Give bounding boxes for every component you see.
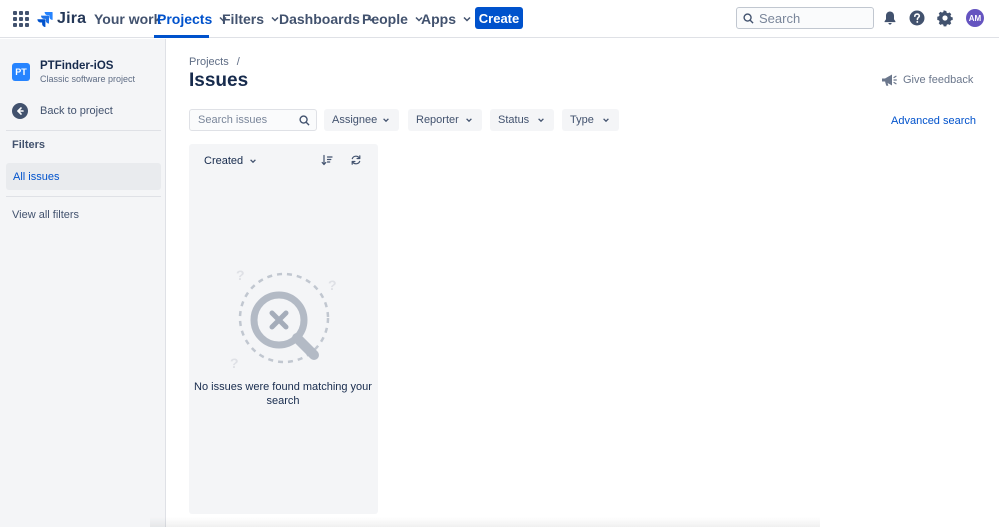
status-filter[interactable]: Status bbox=[490, 109, 554, 131]
nav-your-work[interactable]: Your work bbox=[94, 0, 161, 38]
nav-label: Dashboards bbox=[279, 11, 360, 27]
sort-label: Created bbox=[204, 155, 244, 167]
search-icon bbox=[743, 12, 754, 24]
back-arrow-icon bbox=[12, 103, 28, 119]
nav-filters[interactable]: Filters bbox=[222, 0, 280, 38]
filter-label: Reporter bbox=[416, 114, 459, 126]
page-title: Issues bbox=[189, 70, 249, 91]
assignee-filter[interactable]: Assignee bbox=[324, 109, 399, 131]
breadcrumb-separator: / bbox=[236, 56, 240, 68]
give-feedback-label: Give feedback bbox=[903, 74, 974, 86]
filters-heading: Filters bbox=[12, 139, 46, 151]
nav-projects[interactable]: Projects bbox=[157, 0, 228, 38]
search-icon bbox=[299, 115, 310, 126]
issue-search[interactable] bbox=[189, 109, 317, 131]
filter-label: Type bbox=[570, 114, 594, 126]
no-results-illustration: ? ? ? bbox=[230, 268, 337, 371]
sort-order-icon[interactable] bbox=[321, 154, 333, 166]
global-search[interactable] bbox=[736, 7, 874, 29]
svg-text:?: ? bbox=[328, 277, 337, 293]
nav-label: Apps bbox=[421, 11, 456, 27]
chevron-down-icon bbox=[603, 118, 609, 123]
help-icon[interactable] bbox=[908, 9, 926, 27]
project-avatar[interactable]: PT bbox=[12, 63, 30, 81]
give-feedback-button[interactable]: Give feedback bbox=[881, 73, 973, 87]
user-avatar[interactable]: AM bbox=[966, 9, 984, 27]
top-navigation: Jira Your work Projects Filters Dashboar… bbox=[0, 0, 999, 38]
nav-label: Projects bbox=[157, 11, 213, 27]
empty-state-message: No issues were found matching your searc… bbox=[194, 381, 372, 407]
chevron-down-icon bbox=[383, 118, 389, 123]
bottom-shadow bbox=[150, 517, 820, 527]
active-nav-indicator bbox=[154, 35, 209, 38]
settings-icon[interactable] bbox=[936, 9, 954, 27]
sidebar-item-all-issues[interactable]: All issues bbox=[6, 163, 161, 190]
global-search-input[interactable] bbox=[759, 10, 869, 26]
nav-label: Your work bbox=[94, 11, 162, 27]
issue-search-input[interactable] bbox=[198, 114, 296, 126]
logo-text: Jira bbox=[57, 10, 87, 27]
chevron-down-icon bbox=[250, 159, 256, 164]
filter-label: Status bbox=[498, 114, 530, 126]
nav-label: People bbox=[362, 11, 408, 27]
nav-people[interactable]: People bbox=[362, 0, 424, 38]
create-button[interactable]: Create bbox=[475, 7, 523, 29]
type-filter[interactable]: Type bbox=[562, 109, 619, 131]
refresh-icon[interactable] bbox=[350, 154, 362, 166]
sidebar-divider bbox=[6, 130, 161, 131]
svg-text:?: ? bbox=[236, 268, 245, 283]
jira-logo[interactable]: Jira bbox=[37, 9, 86, 29]
filter-label: Assignee bbox=[332, 114, 378, 126]
project-type: Classic software project bbox=[40, 74, 136, 84]
svg-text:?: ? bbox=[230, 355, 239, 371]
breadcrumb-projects[interactable]: Projects bbox=[189, 56, 229, 68]
app-switcher-icon[interactable] bbox=[13, 11, 29, 27]
chevron-down-icon bbox=[538, 118, 544, 123]
sidebar-divider bbox=[6, 196, 161, 197]
nav-label: Filters bbox=[222, 11, 265, 27]
back-to-project-label: Back to project bbox=[40, 105, 113, 117]
chevron-down-icon bbox=[466, 118, 472, 123]
jira-logo-icon bbox=[37, 12, 53, 27]
project-name: PTFinder-iOS bbox=[40, 60, 114, 72]
reporter-filter[interactable]: Reporter bbox=[408, 109, 482, 131]
breadcrumb: Projects / bbox=[189, 56, 240, 68]
advanced-search-link[interactable]: Advanced search bbox=[891, 115, 976, 127]
nav-apps[interactable]: Apps bbox=[421, 0, 472, 38]
view-all-filters-link[interactable]: View all filters bbox=[12, 209, 79, 221]
notification-bell-icon[interactable] bbox=[881, 9, 899, 27]
sort-by-select[interactable]: Created bbox=[199, 149, 265, 173]
megaphone-icon bbox=[882, 74, 897, 86]
project-sidebar: PT PTFinder-iOS Classic software project… bbox=[0, 39, 166, 527]
back-to-project-link[interactable]: Back to project bbox=[12, 103, 113, 119]
chevron-down-icon bbox=[463, 16, 471, 22]
